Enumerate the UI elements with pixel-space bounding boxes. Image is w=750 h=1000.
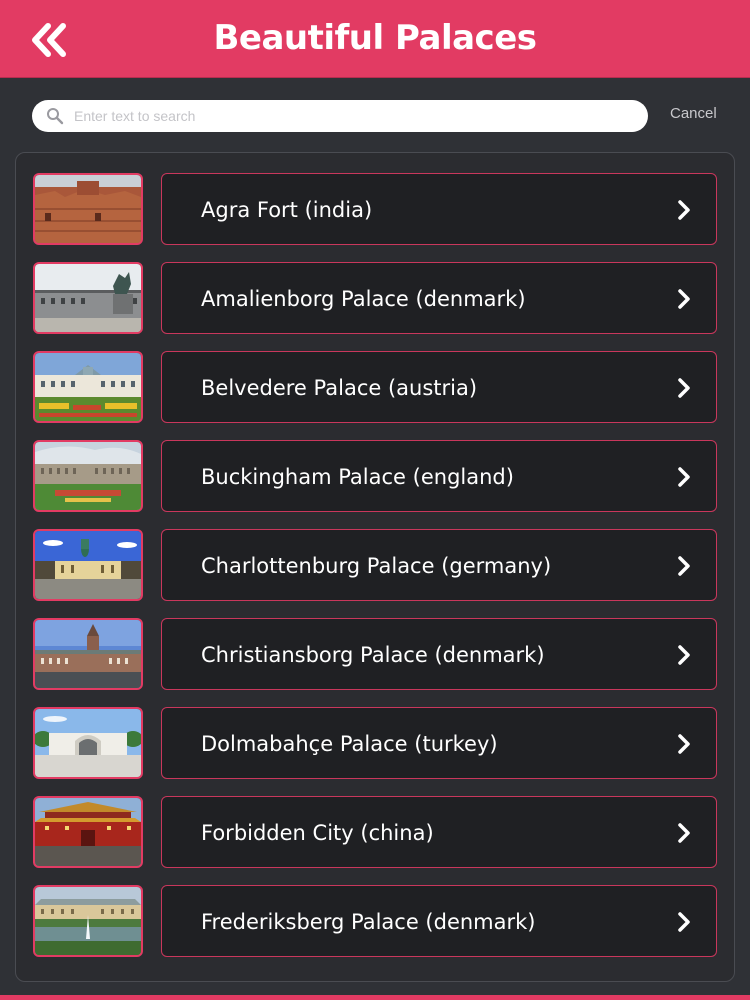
chevron-right-icon	[678, 467, 690, 487]
thumbnail-image[interactable]	[33, 707, 143, 779]
list-item: Christiansborg Palace (denmark)	[16, 618, 734, 690]
thumbnail-image[interactable]	[33, 440, 143, 512]
chevron-right-icon	[678, 556, 690, 576]
list-item-button[interactable]: Belvedere Palace (austria)	[161, 351, 717, 423]
cancel-button[interactable]: Cancel	[670, 105, 717, 122]
list-item-label: Charlottenburg Palace (germany)	[201, 554, 552, 578]
list-item-label: Belvedere Palace (austria)	[201, 376, 478, 400]
thumbnail-image[interactable]	[33, 173, 143, 245]
list-item-button[interactable]: Forbidden City (china)	[161, 796, 717, 868]
nav-bar: Beautiful Palaces	[0, 0, 750, 78]
search-input[interactable]	[74, 100, 634, 132]
thumbnail-image[interactable]	[33, 529, 143, 601]
thumbnail-image[interactable]	[33, 351, 143, 423]
list-item: Agra Fort (india)	[16, 173, 734, 245]
list-item: Forbidden City (china)	[16, 796, 734, 868]
list-item-label: Frederiksberg Palace (denmark)	[201, 910, 536, 934]
chevron-right-icon	[678, 200, 690, 220]
list-item-label: Dolmabahçe Palace (turkey)	[201, 732, 498, 756]
list-item-label: Buckingham Palace (england)	[201, 465, 514, 489]
search-box[interactable]	[32, 100, 648, 132]
bottom-accent-bar	[0, 995, 750, 1000]
chevron-right-icon	[678, 912, 690, 932]
page-title: Beautiful Palaces	[213, 18, 537, 58]
chevron-right-icon	[678, 289, 690, 309]
list-item: Buckingham Palace (england)	[16, 440, 734, 512]
list-item-label: Agra Fort (india)	[201, 198, 373, 222]
search-icon	[47, 108, 64, 125]
list-item: Dolmabahçe Palace (turkey)	[16, 707, 734, 779]
palace-list: Agra Fort (india) Amalienborg Palace (de…	[15, 152, 735, 982]
list-item-button[interactable]: Agra Fort (india)	[161, 173, 717, 245]
list-item: Frederiksberg Palace (denmark)	[16, 885, 734, 957]
list-item-button[interactable]: Christiansborg Palace (denmark)	[161, 618, 717, 690]
list-item-label: Christiansborg Palace (denmark)	[201, 643, 545, 667]
thumbnail-image[interactable]	[33, 796, 143, 868]
chevron-right-icon	[678, 645, 690, 665]
thumbnail-image[interactable]	[33, 885, 143, 957]
thumbnail-image[interactable]	[33, 262, 143, 334]
chevron-right-icon	[678, 823, 690, 843]
list-item-button[interactable]: Dolmabahçe Palace (turkey)	[161, 707, 717, 779]
search-bar: Cancel	[0, 79, 750, 149]
list-item-button[interactable]: Charlottenburg Palace (germany)	[161, 529, 717, 601]
chevron-right-icon	[678, 378, 690, 398]
list-item-label: Amalienborg Palace (denmark)	[201, 287, 526, 311]
list-item: Charlottenburg Palace (germany)	[16, 529, 734, 601]
list-item: Amalienborg Palace (denmark)	[16, 262, 734, 334]
list-item-label: Forbidden City (china)	[201, 821, 434, 845]
chevron-right-icon	[678, 734, 690, 754]
thumbnail-image[interactable]	[33, 618, 143, 690]
list-item: Belvedere Palace (austria)	[16, 351, 734, 423]
list-item-button[interactable]: Frederiksberg Palace (denmark)	[161, 885, 717, 957]
list-item-button[interactable]: Buckingham Palace (england)	[161, 440, 717, 512]
list-item-button[interactable]: Amalienborg Palace (denmark)	[161, 262, 717, 334]
